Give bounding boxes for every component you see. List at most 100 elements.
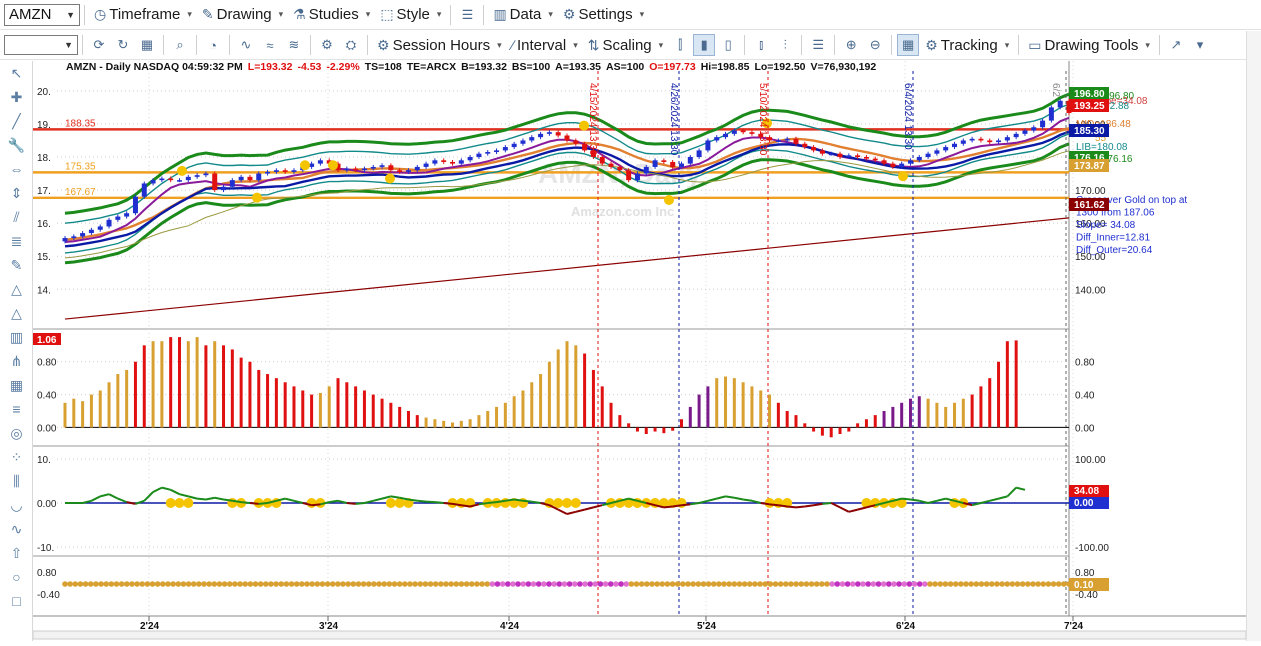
circle-icon[interactable]: ○ [0, 565, 33, 589]
candle [934, 150, 939, 153]
scaling-button[interactable]: ⇅Scaling▾ [583, 33, 668, 57]
rect-icon[interactable]: □ [0, 589, 33, 613]
symbol-value: AMZN [9, 6, 52, 23]
crosshair-icon[interactable]: ✚ [0, 85, 33, 109]
caret-icon: ▾ [1145, 40, 1150, 51]
status-dot [706, 581, 712, 587]
candle [864, 157, 869, 159]
wave-draw-icon[interactable]: ∿ [0, 517, 33, 541]
ohlc2-icon[interactable]: ⫶ [774, 34, 796, 56]
triangle-icon[interactable]: △ [0, 277, 33, 301]
interval-button[interactable]: ∕Interval▾ [507, 33, 583, 57]
status-dot [629, 581, 635, 587]
chart-select[interactable]: ▼ [4, 35, 78, 55]
trend-icon[interactable]: ↗ [1165, 34, 1187, 56]
zoom-in-icon[interactable]: ⊕ [840, 34, 862, 56]
fib-icon[interactable]: ≣ [0, 229, 33, 253]
osc-bar [460, 421, 463, 428]
wrench-icon[interactable]: 🔧 [0, 133, 33, 157]
status-dot [1004, 581, 1010, 587]
speed-icon[interactable]: ◔ [202, 34, 224, 56]
price-left-tick: 18. [37, 153, 51, 164]
gear-icon: ⚙ [563, 6, 576, 23]
wave3-icon[interactable]: ≋ [283, 34, 305, 56]
status-dot [680, 581, 686, 587]
pitchfork-icon[interactable]: ⋔ [0, 349, 33, 373]
status-dot [397, 581, 403, 587]
tracking-button[interactable]: ⚙Tracking▾ [920, 33, 1014, 57]
osc-bar [927, 399, 930, 428]
candle [705, 140, 710, 150]
status-dot [392, 581, 398, 587]
data-button[interactable]: ▥Data▾ [488, 3, 557, 27]
osc-bar [627, 423, 630, 427]
status-dot [881, 581, 887, 587]
dots-icon[interactable]: ⁘ [0, 445, 33, 469]
hollow-candle-icon[interactable]: ▯ [717, 34, 739, 56]
time-axis-label: 4'24 [500, 621, 520, 632]
drawing-tools-button[interactable]: ▭Drawing Tools▾ [1023, 33, 1155, 57]
candle [424, 164, 429, 167]
drawing-button[interactable]: ✎Drawing▾ [197, 3, 288, 27]
zoom-out-icon[interactable]: ⊖ [864, 34, 886, 56]
layout2-icon[interactable]: ☰ [807, 34, 829, 56]
chart-svg[interactable]: 20.200.0019.190.0018.180.0017.170.0016.1… [33, 61, 1246, 641]
channel-icon[interactable]: ⫽ [0, 205, 33, 229]
status-dot [98, 581, 104, 587]
arrow-up-icon[interactable]: ⇧ [0, 541, 33, 565]
horizontal-level-label: 167.67 [65, 187, 96, 198]
pointer-icon[interactable]: ↖ [0, 61, 33, 85]
chart-area[interactable]: 20.200.0019.190.0018.180.0017.170.0016.1… [33, 61, 1261, 641]
osc-bar [425, 418, 428, 428]
cycle-icon[interactable]: ⫼ [0, 469, 33, 493]
studies-button[interactable]: ⚗Studies▾ [288, 3, 375, 27]
gann-icon[interactable]: ▦ [0, 373, 33, 397]
slope-line-segment [232, 501, 241, 502]
bars-icon[interactable]: ▥ [0, 325, 33, 349]
osc-bar [178, 337, 181, 427]
status-dot [623, 581, 629, 587]
reload-icon[interactable]: ↻ [112, 34, 134, 56]
slope-signal-dot [562, 498, 572, 508]
timeframe-button[interactable]: ◷Timeframe▾ [89, 3, 197, 27]
magnify-icon[interactable]: ⌕ [169, 34, 191, 56]
lines-icon[interactable]: ≡ [0, 397, 33, 421]
osc-bar [248, 362, 251, 428]
triangle2-icon[interactable]: △ [0, 301, 33, 325]
status-dot [443, 581, 449, 587]
status-dot [608, 581, 614, 587]
candle [239, 177, 244, 180]
right-scrollbar[interactable] [1246, 31, 1261, 641]
vertical-event-label: 5/10/2024 13:30 [757, 83, 768, 156]
wave-icon[interactable]: ∿ [235, 34, 257, 56]
status-dot [860, 581, 866, 587]
hline-icon[interactable]: ⇔ [0, 157, 33, 181]
status-dot [979, 581, 985, 587]
line-icon[interactable]: ╱ [0, 109, 33, 133]
gear-box-icon[interactable]: ⛭ [340, 34, 362, 56]
symbol-field[interactable]: AMZN▼ [4, 4, 80, 26]
status-dot [943, 581, 949, 587]
candle [943, 147, 948, 150]
horizontal-level-label: 188.35 [65, 118, 96, 129]
more-icon[interactable]: ▾ [1189, 34, 1211, 56]
arc-icon[interactable]: ◡ [0, 493, 33, 517]
candle-style-icon[interactable]: ▮ [693, 34, 715, 56]
status-dot [618, 581, 624, 587]
wave2-icon[interactable]: ≈ [259, 34, 281, 56]
session-hours-button[interactable]: ⚙Session Hours▾ [372, 33, 507, 57]
table-icon[interactable]: ▦ [897, 34, 919, 56]
ohlc-icon[interactable]: ⫾ [750, 34, 772, 56]
layout-icon[interactable]: ☰ [456, 4, 478, 26]
style-button[interactable]: ⬚Style▾ [375, 3, 446, 27]
bar-style-icon[interactable]: ⫿ [669, 34, 691, 56]
gear-small-icon[interactable]: ⚙ [316, 34, 338, 56]
slope-line-segment [444, 503, 453, 504]
refresh-icon[interactable]: ⟳ [88, 34, 110, 56]
status-dot [659, 581, 665, 587]
spiral-icon[interactable]: ◎ [0, 421, 33, 445]
vline-icon[interactable]: ⇕ [0, 181, 33, 205]
grid-icon[interactable]: ▦ [136, 34, 158, 56]
settings-button[interactable]: ⚙Settings▾ [558, 3, 649, 27]
brush-icon[interactable]: ✎ [0, 253, 33, 277]
